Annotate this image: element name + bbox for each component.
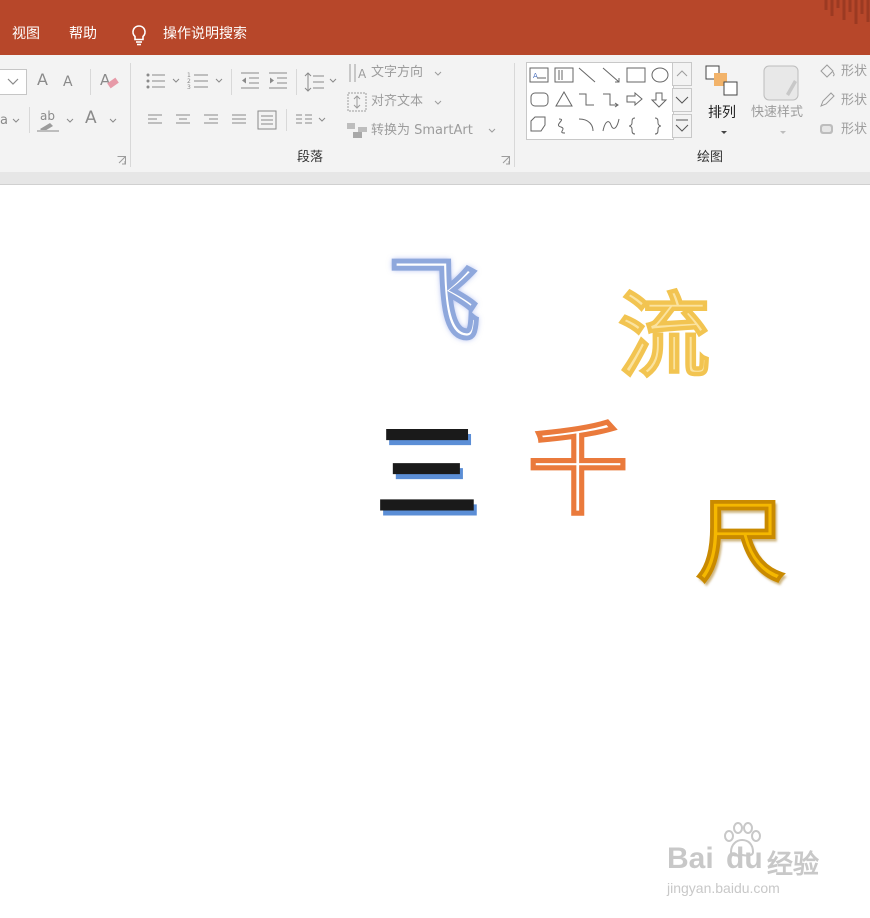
align-text-button[interactable]: 对齐文本 [371,94,423,110]
gallery-up-button[interactable] [672,62,692,86]
quick-styles-icon[interactable] [762,64,800,102]
ribbon-tab-bar: 视图 帮助 操作说明搜索 [0,0,870,55]
increase-indent-icon[interactable] [268,71,288,91]
align-text-icon[interactable] [347,92,367,112]
chevron-down-icon [172,78,180,83]
chevron-down-icon [675,96,689,104]
watermark-brand-du: du [726,842,763,875]
tab-view[interactable]: 视图 [12,25,40,43]
shape-fill-button[interactable]: 形状 [841,64,867,80]
svg-text:A: A [358,67,367,81]
smartart-icon[interactable] [346,121,368,139]
change-case-button[interactable]: a [0,113,8,129]
clear-formatting-icon[interactable]: A [98,70,120,92]
wordart-chi[interactable]: 尺 [696,497,787,588]
chevron-up-icon [676,70,688,77]
bullets-icon[interactable] [145,71,167,91]
tell-me-search[interactable]: 操作说明搜索 [163,25,247,43]
shape-outline-button[interactable]: 形状 [841,93,867,109]
more-icon [675,119,689,132]
font-color-button[interactable]: A [85,110,97,127]
highlighter-icon [37,123,59,132]
chevron-down-icon [109,118,117,123]
align-right-icon[interactable] [203,113,219,127]
grow-font-button[interactable]: A [37,72,48,88]
svg-text:3: 3 [187,84,191,91]
wordart-san[interactable]: 三 [375,420,479,524]
font-dialog-launcher-icon[interactable] [117,156,126,165]
arrange-button[interactable]: 排列 [708,105,736,121]
chevron-down-icon [721,131,727,134]
chevron-down-icon [318,117,326,122]
ribbon-bottom-border [0,172,870,185]
paint-bucket-icon[interactable] [818,62,836,80]
title-decoration [824,0,870,24]
justify-icon[interactable] [231,113,247,127]
watermark-brand: Bai [667,842,714,875]
paragraph-dialog-launcher-icon[interactable] [501,156,510,165]
distributed-icon[interactable] [257,110,277,130]
gallery-more-button[interactable] [672,114,692,138]
chevron-down-icon [434,71,442,76]
shrink-font-button[interactable]: A [63,74,73,90]
chevron-down-icon [780,131,786,134]
pencil-icon[interactable] [818,91,836,109]
quick-styles-button[interactable]: 快速样式 [751,105,803,121]
watermark-brand-cn: 经验 [767,849,820,879]
chevron-down-icon [488,128,496,133]
svg-text:A: A [533,72,538,80]
watermark-url: jingyan.baidu.com [667,880,780,896]
line-spacing-icon[interactable] [304,71,326,93]
drawing-group-label: 绘图 [697,150,724,165]
text-direction-button[interactable]: 文字方向 [371,65,423,81]
paragraph-group-label: 段落 [297,150,324,165]
tab-help[interactable]: 帮助 [69,25,97,43]
columns-icon[interactable] [295,113,313,127]
baidu-jingyan-watermark: Bai du 经验 jingyan.baidu.com [665,822,835,902]
align-left-icon[interactable] [147,113,163,127]
arrange-icon[interactable] [704,64,740,100]
numbering-icon[interactable]: 123 [187,71,211,91]
wordart-fei[interactable]: 飞 [387,254,481,348]
align-center-icon[interactable] [175,113,191,127]
chevron-down-icon [434,100,442,105]
shape-effects-icon[interactable] [818,120,836,138]
chevron-down-icon [215,78,223,83]
lightbulb-icon[interactable] [129,24,149,46]
shapes-grid[interactable]: A [527,63,673,139]
chevron-down-icon [329,78,337,83]
shape-gallery-scroll[interactable] [672,62,693,138]
decrease-indent-icon[interactable] [240,71,260,91]
shape-effects-button[interactable]: 形状 [841,122,867,138]
convert-smartart-button[interactable]: 转换为 SmartArt [371,123,473,139]
ribbon: A A A a ab A 123 A 文字方向 对齐文本 转换为 SmartAr… [0,55,870,173]
font-size-dropdown[interactable] [0,69,27,95]
gallery-down-button[interactable] [672,88,692,112]
wordart-qian[interactable]: 千 [527,419,629,521]
chevron-down-icon [66,118,74,123]
wordart-liu[interactable]: 流 [617,289,711,383]
text-direction-icon[interactable]: A [347,63,367,83]
shape-gallery[interactable]: A [526,62,674,140]
chevron-down-icon [12,118,20,123]
chevron-down-icon [7,78,19,85]
